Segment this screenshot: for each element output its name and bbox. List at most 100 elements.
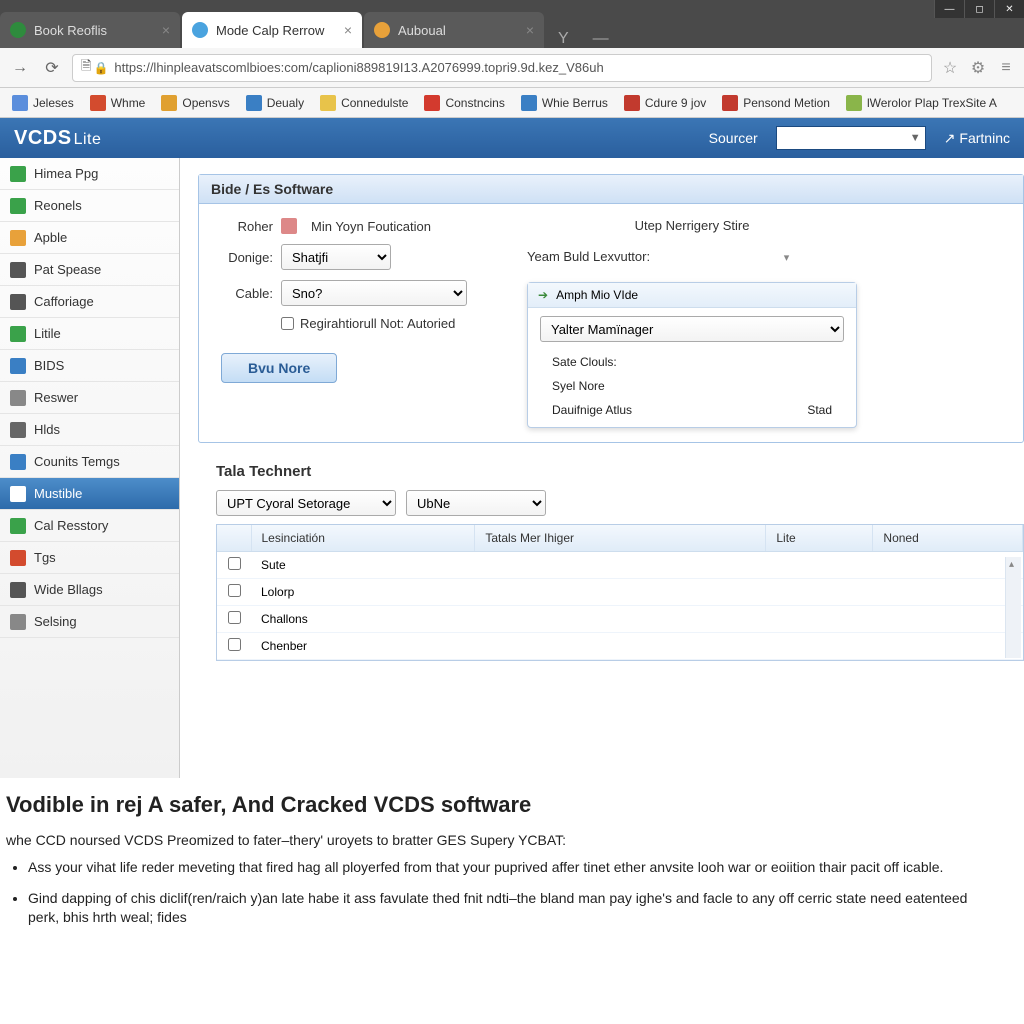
sidebar-item[interactable]: Wide Bllags [0, 574, 179, 606]
table-header-cell[interactable]: Lite [766, 525, 873, 552]
bookmark-item[interactable]: Whme [82, 95, 154, 111]
browser-tab[interactable]: Auboual × [364, 12, 544, 48]
sourcer-dropdown[interactable]: ▼ [776, 126, 926, 150]
dropdown-popup: ➔ Amph Mio VIde Yalter Mamïnager Sate Cl… [527, 282, 857, 428]
sidebar-item[interactable]: Counits Temgs [0, 446, 179, 478]
table-row[interactable]: Challons [217, 606, 1023, 633]
article-section: Vodible in rej A safer, And Cracked VCDS… [0, 778, 1024, 927]
sidebar-item[interactable]: Litile [0, 318, 179, 350]
tab-title: Book Reoflis [34, 23, 107, 38]
table-header-cell[interactable]: Noned [873, 525, 1023, 552]
browser-tab-bar: Book Reoflis×Mode Calp Rerrow×Auboual×Y— [0, 0, 1024, 48]
buy-now-button[interactable]: Bvu Nore [221, 353, 337, 383]
bookmark-item[interactable]: Connedulste [312, 95, 416, 111]
popup-select[interactable]: Yalter Mamïnager [540, 316, 844, 342]
popup-row[interactable]: Syel Nore [528, 374, 856, 398]
sidebar-item-label: Reonels [34, 198, 82, 213]
sidebar-item-icon [10, 614, 26, 630]
right-header: Utep Nerrigery Stire [527, 218, 857, 233]
bookmark-item[interactable]: lWerolor Plap TrexSite A [838, 95, 1005, 111]
tab-extra-button[interactable]: — [581, 30, 621, 48]
tab-title: Auboual [398, 23, 446, 38]
table-row[interactable]: Chenber [217, 633, 1023, 660]
tab-extra-button[interactable]: Y [546, 30, 581, 48]
section-title: Tala Technert [216, 463, 1024, 480]
table-row[interactable]: Lolorp [217, 579, 1023, 606]
bookmark-label: Connedulste [341, 96, 408, 110]
bookmark-label: Jeleses [33, 96, 74, 110]
url-text: https://lhinpleavatscomlbioes:com/caplio… [114, 60, 603, 75]
row-checkbox[interactable] [228, 611, 241, 624]
row-cell: Lolorp [251, 579, 475, 606]
nav-forward-button[interactable]: → [8, 56, 32, 80]
menu-icon[interactable]: ≡ [996, 59, 1016, 77]
sidebar-item[interactable]: Reswer [0, 382, 179, 414]
article-bullet: Gind dapping of chis diclif(ren/raich y)… [28, 889, 998, 927]
sidebar-item[interactable]: Cal Resstory [0, 510, 179, 542]
sidebar-item-icon [10, 230, 26, 246]
tab-close-icon[interactable]: × [162, 22, 170, 38]
bookmark-label: Constncins [445, 96, 504, 110]
tab-close-icon[interactable]: × [526, 22, 534, 38]
nav-reload-button[interactable]: ⟳ [40, 56, 64, 80]
table-header-cell[interactable]: Tatals Mer Ihiger [475, 525, 766, 552]
chevron-down-icon[interactable]: ▾ [784, 252, 790, 264]
sidebar-item-label: BIDS [34, 358, 64, 373]
bookmark-item[interactable]: Cdure 9 jov [616, 95, 714, 111]
data-table-wrap: LesinciatiónTatals Mer IhigerLiteNoned S… [216, 524, 1024, 661]
sidebar-item[interactable]: Himea Ppg [0, 158, 179, 190]
popup-row[interactable]: Dauifnige Atlus Stad [528, 398, 856, 427]
storage-select[interactable]: UPT Cyoral Setorage [216, 490, 396, 516]
row-checkbox[interactable] [228, 584, 241, 597]
bookmark-item[interactable]: Deualy [238, 95, 312, 111]
person-icon [281, 218, 297, 234]
sidebar-item-icon [10, 518, 26, 534]
tab-close-icon[interactable]: × [344, 22, 352, 38]
sidebar-item-icon [10, 550, 26, 566]
row-checkbox[interactable] [228, 638, 241, 651]
window-close-button[interactable]: ✕ [994, 0, 1024, 18]
sidebar-item[interactable]: Apble [0, 222, 179, 254]
star-icon[interactable]: ☆ [940, 58, 960, 78]
window-maximize-button[interactable]: ◻ [964, 0, 994, 18]
bookmark-item[interactable]: Opensvs [153, 95, 237, 111]
row-cell: Chenber [251, 633, 475, 660]
popup-row[interactable]: Sate Clouls: [528, 350, 856, 374]
bookmark-item[interactable]: Whie Berrus [513, 95, 616, 111]
settings-gear-icon[interactable]: ⚙ [968, 58, 988, 78]
chevron-down-icon: ▼ [910, 132, 921, 144]
sidebar-item[interactable]: BIDS [0, 350, 179, 382]
sidebar-item[interactable]: Tgs [0, 542, 179, 574]
table-header-cell[interactable]: Lesinciatión [251, 525, 475, 552]
bookmark-favicon [12, 95, 28, 111]
bookmark-favicon [424, 95, 440, 111]
scrollbar[interactable]: ▴ [1005, 557, 1021, 658]
sidebar-item[interactable]: Reonels [0, 190, 179, 222]
table-header-cell[interactable] [217, 525, 251, 552]
app-logo: VCDSLite [14, 127, 101, 150]
bookmark-label: Deualy [267, 96, 304, 110]
sidebar-item[interactable]: Hlds [0, 414, 179, 446]
popup-header: ➔ Amph Mio VIde [528, 283, 856, 308]
sidebar-item[interactable]: Selsing [0, 606, 179, 638]
sidebar-item[interactable]: Mustible [0, 478, 179, 510]
row-checkbox[interactable] [228, 557, 241, 570]
ubne-select[interactable]: UbNe [406, 490, 546, 516]
url-bar[interactable]: 🗎 🔒 https://lhinpleavatscomlbioes:com/ca… [72, 54, 932, 82]
sidebar-item[interactable]: Pat Spease [0, 254, 179, 286]
donige-select[interactable]: Shatjfi [281, 244, 391, 270]
bookmark-item[interactable]: Pensond Metion [714, 95, 838, 111]
browser-tab[interactable]: Mode Calp Rerrow× [182, 12, 362, 48]
bookmark-item[interactable]: Jeleses [4, 95, 82, 111]
sidebar-item-icon [10, 390, 26, 406]
cable-select[interactable]: Sno? [281, 280, 467, 306]
launch-link[interactable]: ↗ Fartninc [944, 130, 1010, 147]
sidebar: Himea Ppg Reonels ApblePat SpeaseCafforiag… [0, 158, 180, 778]
window-minimize-button[interactable]: — [934, 0, 964, 18]
browser-tab[interactable]: Book Reoflis × [0, 12, 180, 48]
sidebar-item[interactable]: Cafforiage [0, 286, 179, 318]
regir-checkbox[interactable] [281, 317, 294, 330]
bookmark-item[interactable]: Constncins [416, 95, 512, 111]
table-row[interactable]: Sute [217, 552, 1023, 579]
bookmark-favicon [846, 95, 862, 111]
